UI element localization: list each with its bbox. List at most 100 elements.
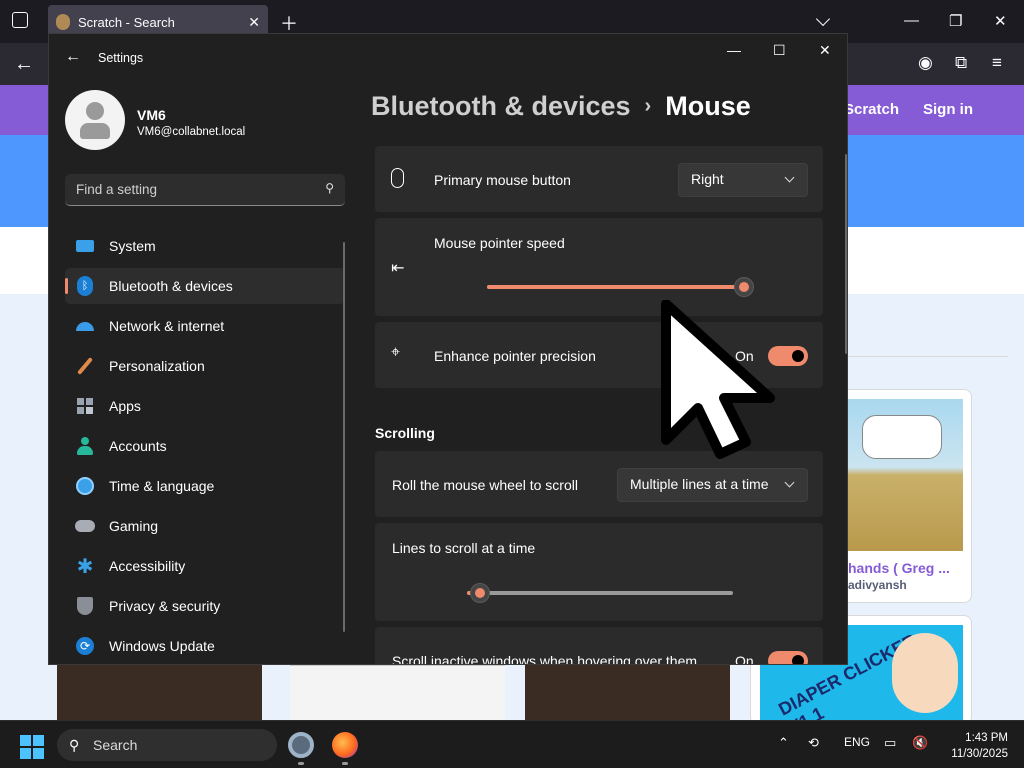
large-mouse-cursor-icon bbox=[661, 300, 775, 459]
project-thumbnail[interactable] bbox=[525, 665, 730, 720]
sync-icon[interactable]: ⟲ bbox=[808, 735, 819, 751]
pointer-speed-slider[interactable] bbox=[734, 277, 755, 297]
nav-label: Personalization bbox=[109, 358, 205, 374]
primary-button-label: Primary mouse button bbox=[434, 172, 571, 188]
window-title: Settings bbox=[98, 51, 144, 65]
restore-icon[interactable]: ❐ bbox=[949, 12, 962, 30]
sign-in-link[interactable]: Sign in bbox=[923, 101, 973, 118]
minimize-icon[interactable]: — bbox=[727, 42, 741, 58]
nav-label: System bbox=[109, 238, 156, 254]
menu-icon[interactable]: ≡ bbox=[992, 53, 1002, 73]
close-tab-icon[interactable]: ✕ bbox=[248, 14, 260, 31]
nav-item-accessibility[interactable]: ✱ Accessibility bbox=[65, 548, 345, 584]
chevron-up-icon[interactable]: ⌃ bbox=[778, 735, 789, 751]
nav-scrollbar[interactable] bbox=[343, 242, 345, 632]
content-scrollbar[interactable] bbox=[845, 154, 847, 354]
wifi-icon bbox=[75, 316, 95, 336]
project-title[interactable]: hands ( Greg ... bbox=[848, 560, 950, 576]
bluetooth-icon: ᛒ bbox=[75, 276, 95, 296]
taskbar-search-placeholder: Search bbox=[93, 737, 138, 753]
breadcrumb: Bluetooth & devices › Mouse bbox=[371, 91, 751, 122]
lines-to-scroll-label: Lines to scroll at a time bbox=[392, 540, 536, 556]
roll-wheel-row: Roll the mouse wheel to scroll Multiple … bbox=[375, 451, 823, 517]
shield-icon bbox=[75, 596, 95, 616]
settings-titlebar: ← Settings — ☐ ✕ bbox=[49, 34, 847, 82]
enhance-precision-label: Enhance pointer precision bbox=[434, 348, 596, 364]
nav-item-bluetooth[interactable]: ᛒ Bluetooth & devices bbox=[65, 268, 345, 304]
pointer-speed-icon: ⇤ bbox=[391, 260, 405, 277]
primary-button-dropdown[interactable]: Right bbox=[678, 163, 808, 197]
scratch-link[interactable]: Scratch bbox=[844, 101, 899, 118]
primary-button-value: Right bbox=[691, 171, 724, 187]
nav-label: Accounts bbox=[109, 438, 167, 454]
scroll-inactive-label: Scroll inactive windows when hovering ov… bbox=[392, 653, 698, 665]
close-icon[interactable]: ✕ bbox=[819, 42, 831, 59]
search-icon: ⚲ bbox=[69, 737, 80, 753]
scrolling-section-title: Scrolling bbox=[375, 425, 435, 441]
search-icon: ⚲ bbox=[325, 181, 334, 195]
list-all-tabs-icon[interactable] bbox=[12, 12, 28, 28]
baby-face-image bbox=[892, 633, 958, 713]
nav-label: Time & language bbox=[109, 478, 215, 494]
windows-start-icon[interactable] bbox=[20, 735, 44, 759]
roll-wheel-dropdown[interactable]: Multiple lines at a time bbox=[617, 468, 808, 502]
app-running-indicator bbox=[298, 762, 304, 765]
nav-item-privacy-security[interactable]: Privacy & security bbox=[65, 588, 345, 624]
clock[interactable]: 1:43 PM 11/30/2025 bbox=[942, 730, 1008, 762]
divider bbox=[848, 356, 1008, 357]
nav-item-time-language[interactable]: Time & language bbox=[65, 468, 345, 504]
nav-item-system[interactable]: System bbox=[65, 228, 345, 264]
back-arrow-icon[interactable]: ← bbox=[65, 48, 81, 66]
nav-item-network[interactable]: Network & internet bbox=[65, 308, 345, 344]
mouse-icon bbox=[391, 168, 404, 188]
pointer-speed-label: Mouse pointer speed bbox=[434, 235, 565, 251]
minimize-icon[interactable]: — bbox=[904, 12, 919, 29]
scratch-favicon-icon bbox=[56, 14, 70, 30]
nav-item-gaming[interactable]: Gaming bbox=[65, 508, 345, 544]
accessibility-icon: ✱ bbox=[76, 555, 94, 578]
project-thumbnail[interactable] bbox=[290, 665, 505, 720]
chevron-down-icon[interactable] bbox=[815, 11, 831, 27]
chevron-down-icon bbox=[784, 477, 795, 488]
nav-label: Privacy & security bbox=[109, 598, 221, 614]
nav-item-apps[interactable]: Apps bbox=[65, 388, 345, 424]
network-icon[interactable]: ▭ bbox=[884, 735, 896, 751]
back-arrow-icon[interactable]: ← bbox=[14, 53, 34, 76]
taskbar: ⚲ Search ⌃ ⟲ ENG ▭ 🔇 1:43 PM 11/30/2025 bbox=[0, 720, 1024, 768]
scroll-inactive-toggle[interactable] bbox=[768, 651, 808, 664]
nav-label: Apps bbox=[109, 398, 141, 414]
speech-bubble bbox=[862, 415, 942, 459]
user-email: VM6@collabnet.local bbox=[137, 126, 246, 138]
pointer-speed-fill bbox=[487, 285, 745, 289]
breadcrumb-parent[interactable]: Bluetooth & devices bbox=[371, 91, 631, 121]
find-setting-input[interactable]: Find a setting ⚲ bbox=[65, 174, 345, 206]
scroll-inactive-state: On bbox=[735, 653, 754, 665]
maximize-icon[interactable]: ☐ bbox=[773, 42, 786, 59]
close-icon[interactable]: ✕ bbox=[994, 12, 1007, 30]
language-indicator[interactable]: ENG bbox=[844, 735, 870, 749]
chevron-down-icon bbox=[784, 172, 795, 183]
extensions-icon[interactable]: ⧉ bbox=[955, 53, 967, 73]
lines-to-scroll-track[interactable] bbox=[467, 591, 733, 595]
firefox-icon[interactable] bbox=[332, 732, 358, 758]
brush-icon bbox=[75, 356, 95, 376]
project-thumbnail[interactable] bbox=[57, 665, 262, 720]
roll-wheel-value: Multiple lines at a time bbox=[630, 476, 769, 492]
account-icon[interactable]: ◉ bbox=[918, 53, 933, 73]
nav-item-accounts[interactable]: Accounts bbox=[65, 428, 345, 464]
nav-label: Windows Update bbox=[109, 638, 215, 654]
project-author[interactable]: adivyansh bbox=[848, 578, 907, 592]
page-title: Mouse bbox=[665, 91, 751, 121]
user-profile[interactable]: VM6 VM6@collabnet.local bbox=[65, 90, 355, 150]
lines-to-scroll-slider[interactable] bbox=[470, 583, 491, 603]
volume-mute-icon[interactable]: 🔇 bbox=[912, 735, 928, 751]
taskbar-search[interactable]: ⚲ Search bbox=[57, 729, 277, 761]
nav-item-windows-update[interactable]: ⟳ Windows Update bbox=[65, 628, 345, 664]
globe-clock-icon bbox=[75, 476, 95, 496]
monitor-icon bbox=[75, 236, 95, 256]
nav-label: Bluetooth & devices bbox=[109, 278, 233, 294]
settings-app-icon[interactable] bbox=[288, 732, 314, 758]
nav-item-personalization[interactable]: Personalization bbox=[65, 348, 345, 384]
app-running-indicator bbox=[342, 762, 348, 765]
project-thumbnail[interactable] bbox=[848, 399, 963, 551]
